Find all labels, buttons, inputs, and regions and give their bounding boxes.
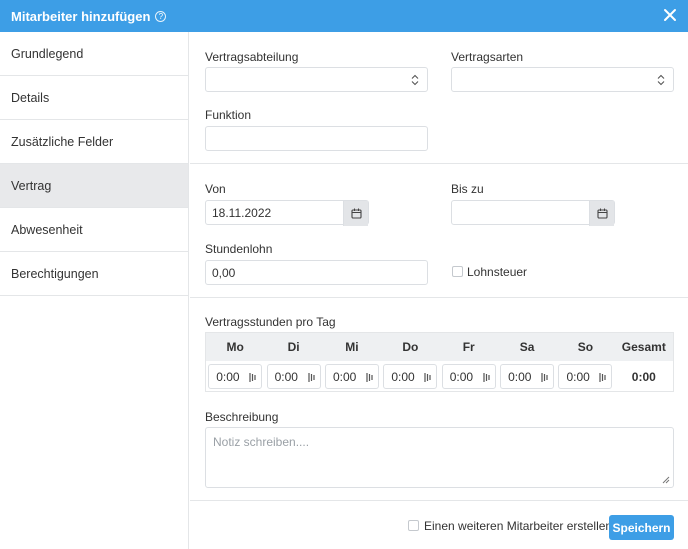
close-icon[interactable] xyxy=(661,6,679,24)
spinner-icon[interactable] xyxy=(541,372,548,383)
hours-header-row: Mo Di Mi Do Fr Sa So Gesamt xyxy=(206,333,673,361)
dialog-footer: Einen weiteren Mitarbeiter erstellen Spe… xyxy=(190,500,688,549)
hours-value: 0:00 xyxy=(566,369,590,384)
hours-input-di[interactable]: 0:00 xyxy=(266,364,321,389)
sidebar-item-label: Zusätzliche Felder xyxy=(11,134,114,149)
beschreibung-label: Beschreibung xyxy=(205,410,279,424)
hours-input-fr[interactable]: 0:00 xyxy=(441,364,496,389)
spinner-icon[interactable] xyxy=(424,372,431,383)
select-arrows-icon xyxy=(657,74,665,86)
sidebar-nav: Grundlegend Details Zusätzliche Felder V… xyxy=(0,32,189,549)
hours-input-mo[interactable]: 0:00 xyxy=(208,364,263,389)
day-header-mi: Mi xyxy=(345,340,359,354)
lohnsteuer-checkbox[interactable] xyxy=(452,266,463,277)
vertragsabteilung-select[interactable] xyxy=(205,67,428,92)
spinner-icon[interactable] xyxy=(307,372,315,383)
calendar-icon xyxy=(350,208,362,219)
von-label: Von xyxy=(205,182,226,196)
stundenlohn-value: 0,00 xyxy=(212,265,236,280)
sidebar-item-label: Berechtigungen xyxy=(11,266,99,281)
vertragsarten-select[interactable] xyxy=(451,67,674,92)
hours-table: Mo Di Mi Do Fr Sa So Gesamt 0:00 0:00 0:… xyxy=(205,332,674,392)
day-header-fr: Fr xyxy=(462,340,475,354)
resize-handle-icon[interactable] xyxy=(662,476,670,484)
another-employee-checkbox[interactable] xyxy=(408,520,419,531)
hours-total: 0:00 xyxy=(631,369,656,384)
day-header-di: Di xyxy=(287,340,300,354)
bis-zu-label: Bis zu xyxy=(451,182,484,196)
funktion-input[interactable] xyxy=(205,126,428,151)
sidebar-item-label: Details xyxy=(11,90,50,105)
select-arrows-icon xyxy=(411,74,419,86)
hours-input-so[interactable]: 0:00 xyxy=(558,364,613,389)
spinner-icon[interactable] xyxy=(599,372,607,383)
hours-value: 0:00 xyxy=(274,369,298,384)
section-divider xyxy=(190,163,688,164)
spinner-icon[interactable] xyxy=(249,372,256,383)
save-button[interactable]: Speichern xyxy=(609,515,674,540)
dialog-title: Mitarbeiter hinzufügen xyxy=(11,8,151,24)
sidebar-item-label: Grundlegend xyxy=(11,46,84,61)
sidebar-item-label: Vertrag xyxy=(11,178,52,193)
day-header-so: So xyxy=(577,340,594,354)
hours-input-sa[interactable]: 0:00 xyxy=(500,364,555,389)
section-divider xyxy=(190,297,688,298)
von-date-input[interactable]: 18.11.2022 xyxy=(205,200,369,226)
vertragsarten-label: Vertragsarten xyxy=(451,50,524,64)
hours-value: 0:00 xyxy=(332,369,357,384)
hours-input-do[interactable]: 0:00 xyxy=(383,364,438,389)
hours-input-row: 0:00 0:00 0:00 0:00 0:00 0:00 0:00 0:00 xyxy=(206,361,673,392)
vertragsstunden-label: Vertragsstunden pro Tag xyxy=(205,315,336,329)
day-header-sa: Sa xyxy=(519,340,535,354)
stundenlohn-input[interactable]: 0,00 xyxy=(205,260,428,285)
sidebar-item-abwesenheit[interactable]: Abwesenheit xyxy=(0,208,188,252)
sidebar-item-vertrag[interactable]: Vertrag xyxy=(0,164,188,208)
calendar-icon xyxy=(596,208,608,219)
spinner-icon[interactable] xyxy=(366,372,373,383)
total-header: Gesamt xyxy=(621,340,666,354)
hours-value: 0:00 xyxy=(216,369,240,384)
day-header-do: Do xyxy=(402,340,419,354)
von-value: 18.11.2022 xyxy=(212,205,272,220)
von-calendar-button[interactable] xyxy=(343,201,368,226)
beschreibung-textarea[interactable]: Notiz schreiben.... xyxy=(205,427,674,488)
bis-zu-calendar-button[interactable] xyxy=(589,201,614,226)
spinner-icon[interactable] xyxy=(483,372,490,383)
lohnsteuer-label: Lohnsteuer xyxy=(467,265,528,279)
hours-input-mi[interactable]: 0:00 xyxy=(324,364,379,389)
day-header-mo: Mo xyxy=(226,340,244,354)
another-employee-label: Einen weiteren Mitarbeiter erstellen xyxy=(424,519,613,533)
beschreibung-placeholder: Notiz schreiben.... xyxy=(213,435,310,449)
sidebar-item-details[interactable]: Details xyxy=(0,76,188,120)
sidebar-item-grundlegend[interactable]: Grundlegend xyxy=(0,32,188,76)
bis-zu-date-input[interactable] xyxy=(451,200,615,226)
hours-value: 0:00 xyxy=(449,369,474,384)
sidebar-item-zusaetzliche-felder[interactable]: Zusätzliche Felder xyxy=(0,120,188,164)
stundenlohn-label: Stundenlohn xyxy=(205,242,273,256)
form-content: Vertragsabteilung Vertragsarten Funktion… xyxy=(190,32,688,549)
sidebar-item-label: Abwesenheit xyxy=(11,222,83,237)
sidebar-item-berechtigungen[interactable]: Berechtigungen xyxy=(0,252,188,296)
dialog-titlebar: Mitarbeiter hinzufügen ? xyxy=(0,0,688,32)
hours-value: 0:00 xyxy=(508,369,532,384)
vertragsabteilung-label: Vertragsabteilung xyxy=(205,50,299,64)
help-icon[interactable]: ? xyxy=(155,10,167,22)
hours-value: 0:00 xyxy=(391,369,415,384)
funktion-label: Funktion xyxy=(205,108,252,122)
